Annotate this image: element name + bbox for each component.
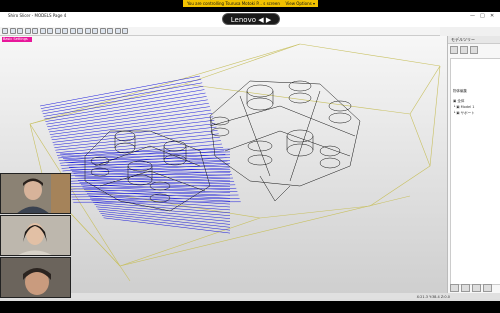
tree-item-support[interactable]: └ ▣ サポート <box>453 111 475 116</box>
new-file-icon[interactable] <box>2 28 8 34</box>
model-wireframe-right <box>209 80 361 202</box>
remote-control-banner: You are controlling Tsurusa Motoki P... … <box>183 0 318 7</box>
lenovo-remote-control-pill[interactable]: Lenovo ◀ ▶ <box>222 13 280 25</box>
slice-line <box>48 106 210 130</box>
panel-section-label: 物体編集 <box>453 89 467 93</box>
toolbar <box>0 27 440 36</box>
panel-lock-icon[interactable] <box>483 284 492 292</box>
view-options-button[interactable]: View Options ▾ <box>286 0 315 7</box>
view-side-icon[interactable] <box>92 28 98 34</box>
remote-bottom-bar <box>0 301 500 313</box>
settings-icon[interactable] <box>122 28 128 34</box>
slice-line <box>71 171 231 173</box>
slice-line <box>41 82 203 112</box>
panel-down-icon[interactable] <box>461 284 470 292</box>
participant-1-avatar <box>1 174 70 213</box>
close-button[interactable]: ✕ <box>490 12 494 20</box>
participant-video-3[interactable] <box>0 257 71 298</box>
scale-icon[interactable] <box>62 28 68 34</box>
redo-icon[interactable] <box>32 28 38 34</box>
slice-line <box>71 194 239 198</box>
settings-tag[interactable]: Basic Settings <box>2 37 32 42</box>
tree-item-model[interactable]: └ ▣ Model 1 <box>453 105 475 109</box>
participant-2-avatar <box>1 216 70 255</box>
tree-item-root[interactable]: ▣ 全体 <box>453 99 464 104</box>
banner-text: You are controlling Tsurusa Motoki P... … <box>187 1 280 6</box>
open-file-icon[interactable] <box>9 28 16 34</box>
participant-3-avatar <box>1 258 70 297</box>
slice-line <box>44 92 206 120</box>
panel-add-icon[interactable] <box>450 46 458 54</box>
slice-icon[interactable] <box>99 28 106 34</box>
panel-up-icon[interactable] <box>450 284 459 292</box>
undo-icon[interactable] <box>24 28 31 34</box>
save-icon[interactable] <box>17 28 23 34</box>
select-icon[interactable] <box>39 28 46 34</box>
model-tree[interactable]: 物体編集 ▣ 全体 └ ▣ Model 1 └ ▣ サポート <box>450 58 500 285</box>
panel-bottom-toolbar <box>450 284 499 292</box>
move-icon[interactable] <box>47 28 53 34</box>
panel-visibility-icon[interactable] <box>472 284 481 292</box>
minimize-button[interactable]: — <box>470 12 475 20</box>
slice-line <box>76 177 231 182</box>
slice-line <box>98 210 231 225</box>
right-panel: モデルツリー 物体編集 ▣ 全体 └ ▣ Model 1 └ ▣ サポート <box>447 36 500 293</box>
app-window: Shiro Slicer - MODELS Page 4 — □ ✕ ファイル … <box>0 12 500 313</box>
panel-delete-icon[interactable] <box>460 46 468 54</box>
panel-header: モデルツリー <box>448 36 500 44</box>
participant-video-1[interactable] <box>0 173 71 214</box>
view-front-icon[interactable] <box>77 28 83 34</box>
slice-line <box>48 109 212 133</box>
panel-copy-icon[interactable] <box>470 46 478 54</box>
support-icon[interactable] <box>107 28 113 34</box>
panel-toolbar <box>450 46 500 54</box>
window-title: Shiro Slicer - MODELS Page 4 <box>8 13 67 18</box>
slice-line <box>59 148 231 155</box>
view-top-icon[interactable] <box>84 28 91 34</box>
zoom-icon[interactable] <box>69 28 76 34</box>
slice-line <box>89 197 231 208</box>
maximize-button[interactable]: □ <box>480 12 485 20</box>
slice-line <box>92 202 231 214</box>
slice-line <box>47 102 209 128</box>
layer-icon[interactable] <box>114 28 121 34</box>
slice-line <box>49 113 213 135</box>
participant-video-2[interactable] <box>0 215 71 256</box>
rotate-icon[interactable] <box>54 28 61 34</box>
